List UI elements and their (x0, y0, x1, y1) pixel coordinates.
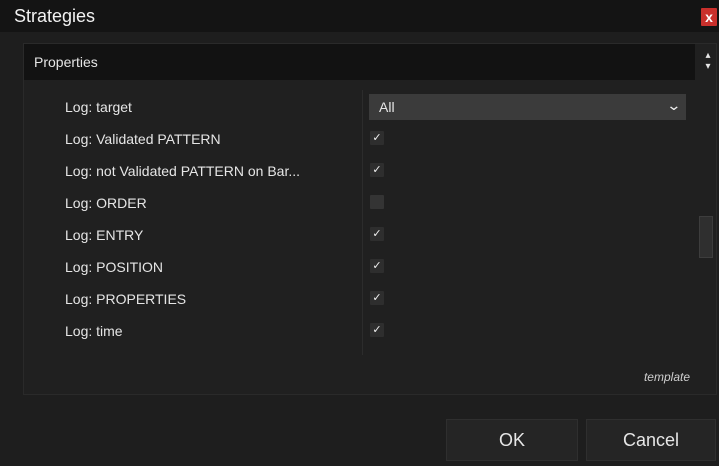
time-checkbox[interactable]: ✓ (370, 323, 384, 337)
property-row-order: Log: ORDER (24, 186, 695, 218)
order-checkbox[interactable] (370, 195, 384, 209)
position-checkbox[interactable]: ✓ (370, 259, 384, 273)
property-row-time: Log: time ✓ (24, 314, 695, 346)
property-label: Log: not Validated PATTERN on Bar... (65, 163, 301, 179)
property-row-entry: Log: ENTRY ✓ (24, 218, 695, 250)
template-link[interactable]: template (644, 370, 690, 384)
entry-checkbox[interactable]: ✓ (370, 227, 384, 241)
property-row-log-target: Log: target All ⌄ (24, 90, 695, 122)
property-row-validated-pattern: Log: Validated PATTERN ✓ (24, 122, 695, 154)
section-spinner[interactable]: ▴ ▾ (703, 50, 713, 74)
properties-checkbox[interactable]: ✓ (370, 291, 384, 305)
properties-section-header[interactable]: Properties ▴ ▾ (24, 44, 711, 80)
chevron-down-icon: ⌄ (666, 97, 682, 113)
title-bar[interactable]: Strategies x (0, 0, 719, 32)
section-title: Properties (34, 54, 98, 70)
property-row-not-validated-pattern: Log: not Validated PATTERN on Bar... ✓ (24, 154, 695, 186)
property-row-position: Log: POSITION ✓ (24, 250, 695, 282)
properties-scrollbar[interactable] (699, 90, 713, 355)
validated-pattern-checkbox[interactable]: ✓ (370, 131, 384, 145)
spin-down-icon[interactable]: ▾ (703, 61, 713, 72)
spin-up-icon[interactable]: ▴ (703, 50, 713, 61)
scrollbar-thumb[interactable] (699, 216, 713, 258)
property-label: Log: ENTRY (65, 227, 144, 243)
property-label: Log: Validated PATTERN (65, 131, 221, 147)
property-label: Log: POSITION (65, 259, 164, 275)
property-label: Log: target (65, 99, 132, 115)
property-label: Log: ORDER (65, 195, 147, 211)
not-validated-pattern-checkbox[interactable]: ✓ (370, 163, 384, 177)
ok-button[interactable]: OK (446, 419, 578, 461)
strategies-dialog: Strategies x Properties ▴ ▾ Log: target … (0, 0, 719, 466)
property-label: Log: time (65, 323, 123, 339)
close-icon[interactable]: x (701, 8, 717, 26)
property-label: Log: PROPERTIES (65, 291, 187, 307)
cancel-button[interactable]: Cancel (586, 419, 716, 461)
dropdown-value: All (379, 99, 395, 115)
log-target-dropdown[interactable]: All ⌄ (369, 94, 686, 120)
window-title: Strategies (14, 6, 96, 26)
property-row-properties: Log: PROPERTIES ✓ (24, 282, 695, 314)
properties-panel: Properties ▴ ▾ Log: target All ⌄ Log: Va… (23, 43, 717, 395)
